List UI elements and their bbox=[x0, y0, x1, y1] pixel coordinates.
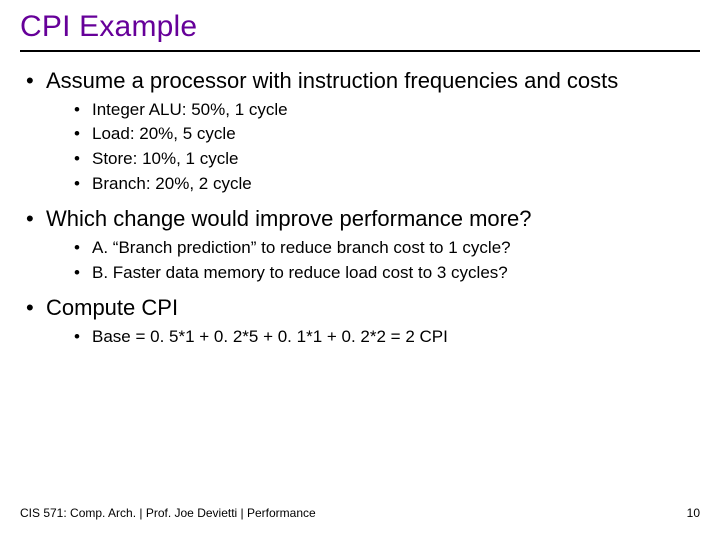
sub-bullet-item: Integer ALU: 50%, 1 cycle bbox=[46, 98, 700, 123]
footer-left: CIS 571: Comp. Arch. | Prof. Joe Deviett… bbox=[20, 506, 316, 520]
sub-bullet-item: Store: 10%, 1 cycle bbox=[46, 147, 700, 172]
bullet-text: Assume a processor with instruction freq… bbox=[46, 68, 618, 93]
sub-bullet-list: Base = 0. 5*1 + 0. 2*5 + 0. 1*1 + 0. 2*2… bbox=[46, 325, 700, 350]
slide-title: CPI Example bbox=[20, 10, 700, 48]
sub-bullet-list: A. “Branch prediction” to reduce branch … bbox=[46, 236, 700, 285]
sub-bullet-item: Load: 20%, 5 cycle bbox=[46, 122, 700, 147]
sub-bullet-item: Branch: 20%, 2 cycle bbox=[46, 172, 700, 197]
bullet-text: Which change would improve performance m… bbox=[46, 206, 531, 231]
bullet-text: Compute CPI bbox=[46, 295, 178, 320]
bullet-item: Which change would improve performance m… bbox=[20, 204, 700, 285]
bullet-item: Compute CPI Base = 0. 5*1 + 0. 2*5 + 0. … bbox=[20, 293, 700, 349]
sub-bullet-item: Base = 0. 5*1 + 0. 2*5 + 0. 1*1 + 0. 2*2… bbox=[46, 325, 700, 350]
title-rule bbox=[20, 50, 700, 52]
sub-bullet-list: Integer ALU: 50%, 1 cycle Load: 20%, 5 c… bbox=[46, 98, 700, 197]
bullet-list: Assume a processor with instruction freq… bbox=[20, 66, 700, 350]
page-number: 10 bbox=[687, 506, 700, 520]
footer: CIS 571: Comp. Arch. | Prof. Joe Deviett… bbox=[20, 506, 700, 520]
sub-bullet-item: B. Faster data memory to reduce load cos… bbox=[46, 261, 700, 286]
sub-bullet-item: A. “Branch prediction” to reduce branch … bbox=[46, 236, 700, 261]
slide: CPI Example Assume a processor with inst… bbox=[0, 0, 720, 540]
bullet-item: Assume a processor with instruction freq… bbox=[20, 66, 700, 196]
